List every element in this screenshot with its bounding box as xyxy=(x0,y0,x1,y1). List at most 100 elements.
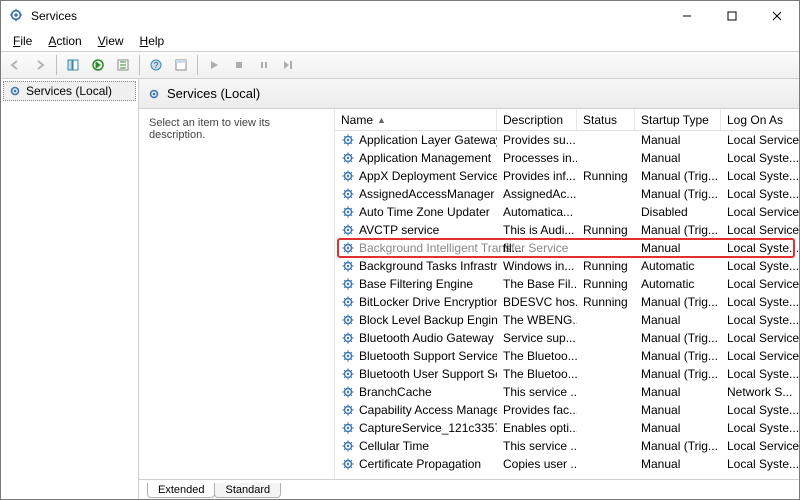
forward-button[interactable] xyxy=(28,53,52,77)
service-desc-cell: The Base Fil... xyxy=(497,276,577,292)
service-row[interactable]: Block Level Backup Engine ...The WBENG..… xyxy=(335,311,799,329)
service-row[interactable]: BitLocker Drive Encryption ...BDESVC hos… xyxy=(335,293,799,311)
back-button[interactable] xyxy=(3,53,27,77)
column-startup-type[interactable]: Startup Type xyxy=(635,109,721,130)
service-status-cell: Running xyxy=(577,276,635,292)
gear-icon xyxy=(341,205,355,219)
service-startup-cell: Manual (Trig... xyxy=(635,438,721,454)
service-logon-cell: Local Syste... xyxy=(721,420,799,436)
service-status-cell: Running xyxy=(577,222,635,238)
service-desc-cell: Provides su... xyxy=(497,132,577,148)
service-startup-cell: Disabled xyxy=(635,204,721,220)
service-row[interactable]: Background Tasks Infrastruc...Windows in… xyxy=(335,257,799,275)
show-hide-tree-button[interactable] xyxy=(61,53,85,77)
restart-service-button[interactable] xyxy=(277,53,301,77)
service-logon-cell: Local Service xyxy=(721,222,799,238)
service-row[interactable]: AVCTP serviceThis is Audi...RunningManua… xyxy=(335,221,799,239)
service-status-cell xyxy=(577,319,635,321)
gear-icon xyxy=(341,367,355,381)
service-name-cell: AssignedAccessManager Se... xyxy=(335,186,497,202)
service-startup-cell: Manual (Trig... xyxy=(635,366,721,382)
gear-icon xyxy=(341,349,355,363)
view-tabs: Extended Standard xyxy=(139,479,799,499)
service-status-cell xyxy=(577,139,635,141)
service-row[interactable]: Background Intelligent Transfer Servicef… xyxy=(335,239,799,257)
gear-icon xyxy=(341,223,355,237)
menu-view[interactable]: View xyxy=(90,32,132,50)
column-headers: Name▲ Description Status Startup Type Lo… xyxy=(335,109,799,131)
service-desc-cell: Provides fac... xyxy=(497,402,577,418)
export-list-button[interactable] xyxy=(86,53,110,77)
service-row[interactable]: Capability Access Manager ...Provides fa… xyxy=(335,401,799,419)
service-logon-cell: Local Service xyxy=(721,204,799,220)
column-description[interactable]: Description xyxy=(497,109,577,130)
service-name-cell: Application Layer Gateway ... xyxy=(335,132,497,148)
service-logon-cell: Local Syste... xyxy=(721,168,799,184)
maximize-button[interactable] xyxy=(709,1,754,31)
menu-file[interactable]: File xyxy=(5,32,40,50)
gear-icon xyxy=(147,87,161,101)
column-name[interactable]: Name▲ xyxy=(335,109,497,130)
gear-icon xyxy=(341,421,355,435)
service-row[interactable]: BranchCacheThis service ...ManualNetwork… xyxy=(335,383,799,401)
close-button[interactable] xyxy=(754,1,799,31)
service-startup-cell: Automatic xyxy=(635,258,721,274)
service-row[interactable]: Application ManagementProcesses in...Man… xyxy=(335,149,799,167)
service-logon-cell: Local Syste... xyxy=(721,294,799,310)
service-row[interactable]: CaptureService_121c3357Enables opti...Ma… xyxy=(335,419,799,437)
service-status-cell xyxy=(577,409,635,411)
gear-icon xyxy=(341,295,355,309)
menu-help[interactable]: Help xyxy=(132,32,173,50)
service-logon-cell: Local Syste... xyxy=(721,258,799,274)
titlebar: Services xyxy=(1,1,799,31)
description-pane: Select an item to view its description. xyxy=(139,109,334,479)
service-desc-cell: Enables opti... xyxy=(497,420,577,436)
service-name-cell: Block Level Backup Engine ... xyxy=(335,312,497,328)
service-row[interactable]: Bluetooth Audio Gateway S...Service sup.… xyxy=(335,329,799,347)
service-desc-cell: Windows in... xyxy=(497,258,577,274)
service-status-cell xyxy=(577,211,635,213)
window-title: Services xyxy=(31,9,664,23)
service-row[interactable]: AppX Deployment Service (...Provides inf… xyxy=(335,167,799,185)
service-row[interactable]: AssignedAccessManager Se...AssignedAc...… xyxy=(335,185,799,203)
service-row[interactable]: Bluetooth User Support Ser...The Bluetoo… xyxy=(335,365,799,383)
tab-standard[interactable]: Standard xyxy=(214,483,281,498)
service-logon-cell: Local Service xyxy=(721,330,799,346)
stop-service-button[interactable] xyxy=(227,53,251,77)
service-row[interactable]: Application Layer Gateway ...Provides su… xyxy=(335,131,799,149)
service-desc-cell: Service sup... xyxy=(497,330,577,346)
sort-asc-icon: ▲ xyxy=(377,115,386,125)
service-name-cell: AppX Deployment Service (... xyxy=(335,168,497,184)
column-status[interactable]: Status xyxy=(577,109,635,130)
service-desc-cell: Automatica... xyxy=(497,204,577,220)
column-log-on-as[interactable]: Log On As xyxy=(721,109,799,130)
service-row[interactable]: Bluetooth Support ServiceThe Bluetoo...M… xyxy=(335,347,799,365)
service-row[interactable]: Certificate PropagationCopies user ...Ma… xyxy=(335,455,799,473)
service-startup-cell: Manual (Trig... xyxy=(635,348,721,364)
service-startup-cell: Manual xyxy=(635,456,721,472)
tab-extended[interactable]: Extended xyxy=(147,483,215,498)
service-startup-cell: Manual (Trig... xyxy=(635,186,721,202)
service-row[interactable]: Base Filtering EngineThe Base Fil...Runn… xyxy=(335,275,799,293)
gear-icon xyxy=(8,84,22,98)
service-name-cell: Bluetooth Audio Gateway S... xyxy=(335,330,497,346)
gear-icon xyxy=(341,187,355,201)
properties-button[interactable] xyxy=(169,53,193,77)
pause-service-button[interactable] xyxy=(252,53,276,77)
service-row[interactable]: Auto Time Zone UpdaterAutomatica...Disab… xyxy=(335,203,799,221)
refresh-button[interactable] xyxy=(111,53,135,77)
start-service-button[interactable] xyxy=(202,53,226,77)
gear-icon xyxy=(341,151,355,165)
service-row[interactable]: Cellular TimeThis service ...Manual (Tri… xyxy=(335,437,799,455)
services-list: Name▲ Description Status Startup Type Lo… xyxy=(334,109,799,479)
help-button[interactable]: ? xyxy=(144,53,168,77)
service-desc-cell: Provides inf... xyxy=(497,168,577,184)
tree-item-services-local[interactable]: Services (Local) xyxy=(3,81,136,101)
service-name-cell: Background Tasks Infrastruc... xyxy=(335,258,497,274)
service-status-cell xyxy=(577,391,635,393)
service-desc-cell: AssignedAc... xyxy=(497,186,577,202)
minimize-button[interactable] xyxy=(664,1,709,31)
service-name-cell: BranchCache xyxy=(335,384,497,400)
menu-action[interactable]: Action xyxy=(40,32,89,50)
service-name-cell: Application Management xyxy=(335,150,497,166)
